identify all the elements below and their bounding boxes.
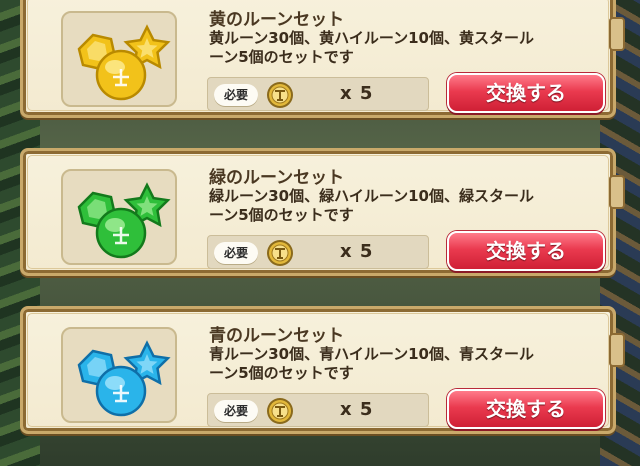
required-cost-bar: 必要 x 5 (207, 235, 429, 269)
exchange-item-yellow: 黄のルーンセット 黄ルーン30個、黄ハイルーン10個、黄スタール ーン5個のセッ… (20, 0, 625, 118)
exchange-item-green: 緑のルーンセット 緑ルーン30個、緑ハイルーン10個、緑スタール ーン5個のセッ… (20, 148, 625, 276)
required-quantity: x 5 (340, 399, 374, 420)
item-description: 青ルーン30個、青ハイルーン10個、青スタール ーン5個のセットです (209, 345, 605, 383)
yellow-rune-set-icon (77, 24, 171, 101)
exchange-item-blue: 青のルーンセット 青ルーン30個、青ハイルーン10個、青スタール ーン5個のセッ… (20, 306, 625, 434)
item-icon-frame (61, 327, 177, 423)
item-description-line: 黄ルーン30個、黄ハイルーン10個、黄スタール (209, 29, 534, 47)
item-description-line: ーン5個のセットです (209, 206, 354, 224)
exchange-button[interactable]: 交換する (447, 389, 605, 429)
medal-coin-icon (267, 240, 293, 266)
required-label: 必要 (214, 242, 258, 264)
medal-coin-icon (267, 398, 293, 424)
exchange-button[interactable]: 交換する (447, 231, 605, 271)
item-description: 黄ルーン30個、黄ハイルーン10個、黄スタール ーン5個のセットです (209, 29, 605, 67)
required-label: 必要 (214, 400, 258, 422)
item-description: 緑ルーン30個、緑ハイルーン10個、緑スタール ーン5個のセットです (209, 187, 605, 225)
required-cost-bar: 必要 x 5 (207, 393, 429, 427)
item-description-line: 緑ルーン30個、緑ハイルーン10個、緑スタール (209, 187, 534, 205)
exchange-list: 黄のルーンセット 黄ルーン30個、黄ハイルーン10個、黄スタール ーン5個のセッ… (0, 0, 640, 466)
item-icon-frame (61, 169, 177, 265)
required-quantity: x 5 (340, 83, 374, 104)
item-description-line: ーン5個のセットです (209, 364, 354, 382)
item-description-line: ーン5個のセットです (209, 48, 354, 66)
required-quantity: x 5 (340, 241, 374, 262)
item-description-line: 青ルーン30個、青ハイルーン10個、青スタール (209, 345, 534, 363)
required-cost-bar: 必要 x 5 (207, 77, 429, 111)
item-title: 黄のルーンセット (209, 10, 345, 30)
exchange-button[interactable]: 交換する (447, 73, 605, 113)
medal-coin-icon (267, 82, 293, 108)
card-tab (609, 333, 625, 367)
item-title: 青のルーンセット (209, 326, 345, 346)
card-tab (609, 175, 625, 209)
card-tab (609, 17, 625, 51)
item-icon-frame (61, 11, 177, 107)
green-rune-set-icon (77, 182, 171, 259)
blue-rune-set-icon (77, 340, 171, 417)
item-title: 緑のルーンセット (209, 168, 345, 188)
required-label: 必要 (214, 84, 258, 106)
